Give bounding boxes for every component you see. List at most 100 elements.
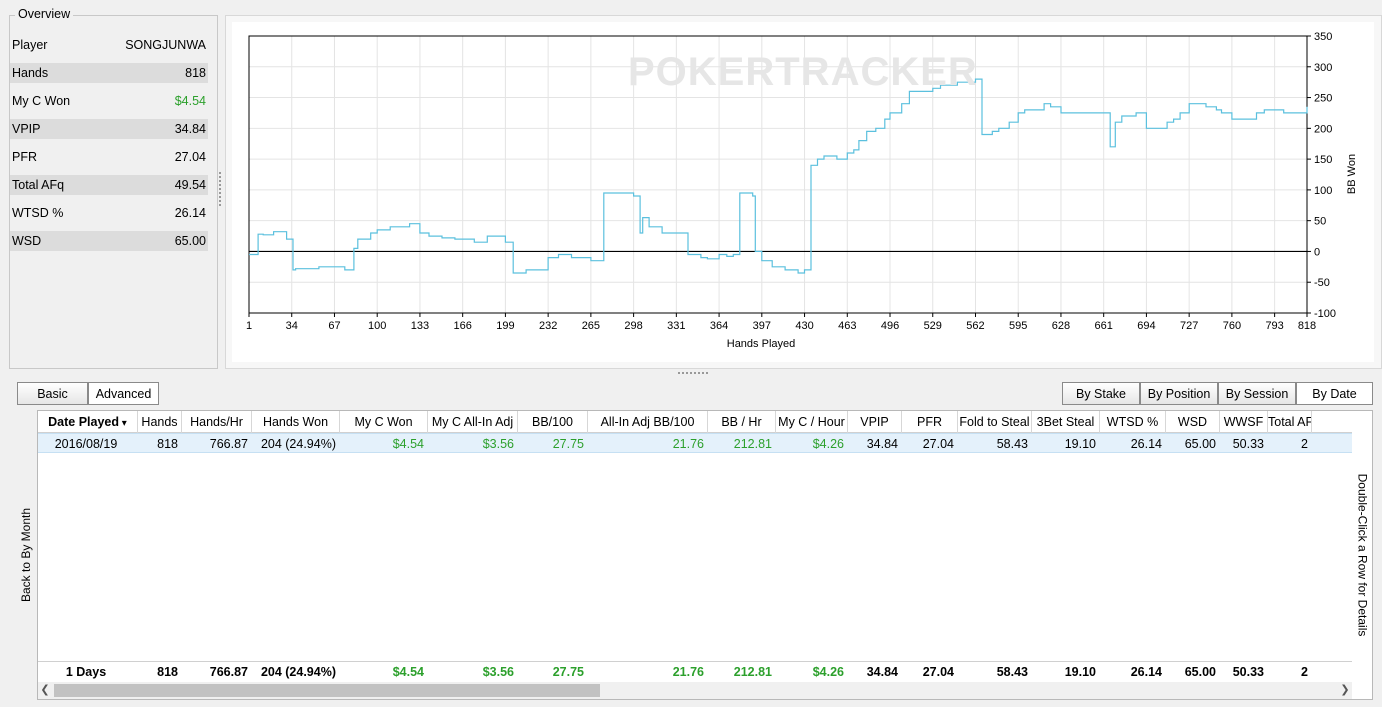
table-cell: 2	[1301, 665, 1308, 679]
overview-row: VPIP 34.84	[10, 119, 208, 139]
column-header[interactable]: Hands/Hr	[182, 411, 252, 433]
overview-label: My C Won	[12, 94, 71, 108]
by-session-button[interactable]: By Session	[1218, 382, 1296, 405]
y-axis-label: BB Won	[1346, 154, 1358, 194]
scroll-left-icon[interactable]: ❮	[38, 682, 52, 699]
overview-value: 65.00	[174, 234, 206, 248]
column-header[interactable]: Fold to Steal	[958, 411, 1032, 433]
table-cell: 204 (24.94%)	[260, 437, 336, 451]
basic-button[interactable]: Basic	[17, 382, 88, 405]
x-tick-label: 232	[539, 320, 557, 332]
column-header[interactable]: Hands	[138, 411, 182, 433]
x-axis-label: Hands Played	[727, 338, 796, 350]
table-cell: 212.81	[733, 437, 772, 451]
table-cell: 766.87	[209, 665, 248, 679]
overview-label: VPIP	[12, 122, 41, 136]
overview-label: Hands	[12, 66, 49, 80]
horizontal-scrollbar[interactable]: ❮ ❯	[38, 682, 1352, 699]
table-cell: 204 (24.94%)	[260, 665, 336, 679]
table-cell: 58.43	[996, 437, 1028, 451]
column-header[interactable]: Total AFq	[1268, 411, 1312, 433]
column-header[interactable]: WWSF	[1220, 411, 1268, 433]
table-cell: 21.76	[672, 437, 704, 451]
column-header[interactable]: My C / Hour	[776, 411, 848, 433]
overview-value: 818	[185, 66, 206, 80]
column-header[interactable]: VPIP	[848, 411, 902, 433]
overview-value: 26.14	[174, 206, 206, 220]
overview-label: Total AFq	[12, 178, 65, 192]
back-tab-label: Back to By Month	[19, 507, 34, 603]
overview-label: PFR	[12, 150, 37, 164]
table-row[interactable]: 2016/08/19 818 766.87 204 (24.94%) $4.54 $3.5…	[38, 433, 1352, 453]
totals-row: 1 Days 818 766.87 204 (24.94%) $4.54 $3.56 27.…	[38, 661, 1352, 681]
y-tick-label: 350	[1314, 31, 1332, 43]
back-to-by-month-tab[interactable]: Back to By Month	[16, 410, 38, 700]
x-tick-label: 793	[1265, 320, 1283, 332]
advanced-button[interactable]: Advanced	[88, 382, 159, 405]
by-stake-button[interactable]: By Stake	[1062, 382, 1140, 405]
splitter-handle[interactable]	[678, 372, 708, 378]
by-position-button[interactable]: By Position	[1140, 382, 1218, 405]
table-cell: 27.75	[552, 665, 584, 679]
overview-label: WSD	[12, 234, 42, 248]
x-tick-label: 694	[1137, 320, 1155, 332]
scrollbar-thumb[interactable]	[54, 684, 600, 697]
x-tick-label: 760	[1223, 320, 1241, 332]
overview-row: My C Won $4.54	[10, 91, 208, 111]
y-tick-label: 200	[1314, 123, 1332, 135]
table-cell: 26.14	[1130, 665, 1162, 679]
column-header[interactable]: 3Bet Steal	[1032, 411, 1100, 433]
column-header[interactable]: All-In Adj BB/100	[588, 411, 708, 433]
overview-row: WTSD % 26.14	[10, 203, 208, 223]
row-details-hint: Double-Click a Row for Details	[1352, 455, 1372, 655]
overview-label: Player	[12, 38, 48, 52]
table-cell: 21.76	[672, 665, 704, 679]
x-tick-label: 628	[1052, 320, 1070, 332]
overview-row: WSD 65.00	[10, 231, 208, 251]
y-tick-label: 300	[1314, 62, 1332, 74]
overview-row: PFR 27.04	[10, 147, 208, 167]
table-cell: 27.75	[552, 437, 584, 451]
overview-value: 27.04	[174, 150, 206, 164]
table-cell: 34.84	[866, 437, 898, 451]
column-header[interactable]: WTSD %	[1100, 411, 1166, 433]
table-header: Date Played ▾ Hands Hands/Hr Hands Won My C …	[38, 411, 1352, 433]
table-cell: 34.84	[866, 665, 898, 679]
x-tick-label: 166	[453, 320, 471, 332]
table-cell: 26.14	[1130, 437, 1162, 451]
x-tick-label: 430	[795, 320, 813, 332]
x-tick-label: 562	[966, 320, 984, 332]
column-header[interactable]: WSD	[1166, 411, 1220, 433]
table-cell: 818	[157, 665, 178, 679]
table-cell: 65.00	[1184, 437, 1216, 451]
column-header[interactable]: Hands Won	[252, 411, 340, 433]
scroll-right-icon[interactable]: ❯	[1338, 682, 1352, 699]
column-header[interactable]: My C Won	[340, 411, 428, 433]
column-header[interactable]: BB/100	[518, 411, 588, 433]
overview-value: 34.84	[174, 122, 206, 136]
column-header[interactable]: Date Played ▾	[38, 411, 138, 433]
overview-value: $4.54	[174, 94, 206, 108]
x-tick-label: 397	[753, 320, 771, 332]
by-date-button[interactable]: By Date	[1296, 382, 1373, 405]
column-header[interactable]: My C All-In Adj	[428, 411, 518, 433]
table-cell: 2016/08/19	[54, 437, 118, 451]
panel-resize-grip[interactable]	[219, 172, 222, 206]
column-header[interactable]: PFR	[902, 411, 958, 433]
y-tick-label: -50	[1314, 277, 1330, 289]
x-tick-label: 100	[368, 320, 386, 332]
x-tick-label: 34	[286, 320, 298, 332]
pokertracker-watermark: POKERTRACKER	[628, 50, 978, 94]
table-cell: 50.33	[1232, 437, 1264, 451]
table-cell: $4.54	[392, 437, 424, 451]
overview-title: Overview	[15, 7, 74, 21]
overview-row: Player SONGJUNWA	[10, 35, 208, 55]
table-cell: 50.33	[1232, 665, 1264, 679]
table-cell: $4.26	[812, 665, 844, 679]
table-cell: $4.54	[392, 665, 424, 679]
x-tick-label: 298	[624, 320, 642, 332]
hint-label: Double-Click a Row for Details	[1355, 473, 1370, 637]
table-cell: 27.04	[922, 437, 954, 451]
column-header[interactable]: BB / Hr	[708, 411, 776, 433]
y-tick-label: 50	[1314, 216, 1326, 228]
